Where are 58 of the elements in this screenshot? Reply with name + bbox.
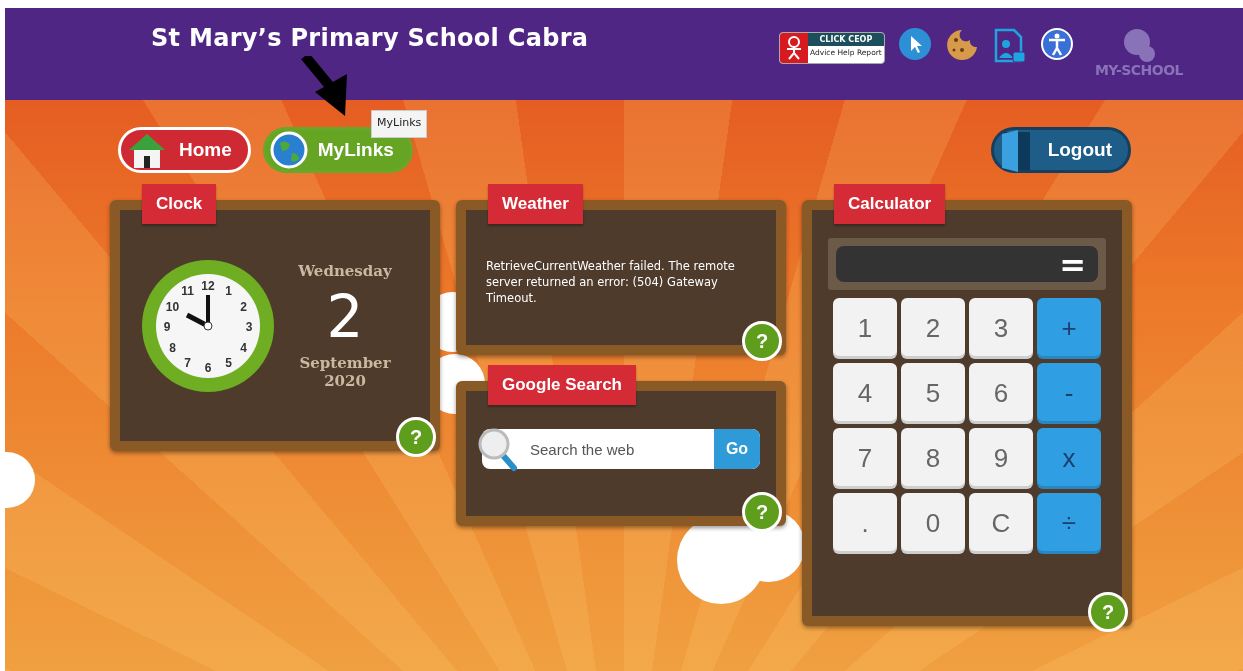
go-button[interactable]: Go (714, 429, 760, 469)
calculator-key[interactable]: 6 (969, 363, 1033, 424)
month-text: September (299, 353, 391, 372)
cloud-drawing (5, 452, 35, 508)
dial-number: 7 (184, 355, 191, 369)
equals-symbol[interactable]: = (1059, 248, 1086, 282)
weather-error-message: RetrieveCurrentWeather failed. The remote server returned an error: (504) Gateway Timeout. (486, 258, 736, 306)
calculator-key[interactable]: + (1037, 298, 1101, 359)
dial-number: 4 (240, 340, 247, 354)
calculator-key[interactable]: 5 (901, 363, 965, 424)
calculator-key[interactable]: ÷ (1037, 493, 1101, 554)
calculator-key[interactable]: 9 (969, 428, 1033, 489)
cookie-icon[interactable] (944, 28, 979, 62)
dial-number: 6 (204, 360, 212, 375)
calculator-key[interactable]: 4 (833, 363, 897, 424)
calculator-key[interactable]: C (969, 493, 1033, 554)
dial-number: 3 (245, 319, 253, 334)
calculator-key[interactable]: 3 (969, 298, 1033, 359)
globe-icon (269, 131, 308, 169)
day-number: 2 (326, 281, 364, 353)
logout-button[interactable]: Logout (990, 127, 1131, 173)
accessibility-icon[interactable] (1040, 28, 1073, 60)
help-button[interactable]: ? (1088, 592, 1128, 632)
dial-number: 11 (181, 284, 194, 298)
links-button[interactable]: MyLinks (262, 127, 413, 173)
clock-hands-icon (185, 294, 213, 330)
calculator-key[interactable]: 0 (901, 493, 965, 554)
panel-title: Calculator (834, 184, 946, 224)
dial-number: 9 (163, 319, 171, 334)
panel-title: Clock (142, 184, 217, 224)
cursor-icon[interactable] (898, 28, 931, 60)
calculator-key[interactable]: 8 (901, 428, 965, 489)
calculator-key[interactable]: 1 (833, 298, 897, 359)
dial-number: 2 (240, 299, 247, 313)
home-button[interactable]: Home (118, 127, 251, 173)
panel-title: Google Search (488, 365, 636, 405)
calculator-key[interactable]: 7 (833, 428, 897, 489)
ceop-title: CLICK CEOP (807, 33, 884, 46)
tooltip: MyLinks (371, 110, 428, 138)
calculator-key[interactable]: . (833, 493, 897, 554)
magnifier-icon (478, 426, 518, 472)
panel-title: Weather (488, 184, 583, 224)
dial-number: 8 (169, 340, 176, 354)
help-button[interactable]: ? (396, 417, 436, 457)
dial-number: 10 (165, 299, 180, 313)
weekday-text: Wednesday (298, 261, 392, 280)
privacy-document-icon[interactable] (992, 28, 1027, 64)
dial-number: 5 (225, 355, 232, 369)
calculator-key[interactable]: x (1037, 428, 1101, 489)
dial-number: 1 (225, 284, 232, 298)
help-button[interactable]: ? (742, 492, 782, 532)
logo-text: MY-SCHOOL (1094, 62, 1183, 78)
dial-number: 12 (201, 278, 215, 293)
calculator-key[interactable]: - (1037, 363, 1101, 424)
calculator-key[interactable]: 2 (901, 298, 965, 359)
school-title: St Mary’s Primary School Cabra (151, 24, 589, 52)
year-text: 2020 (324, 371, 366, 390)
help-button[interactable]: ? (742, 321, 782, 361)
